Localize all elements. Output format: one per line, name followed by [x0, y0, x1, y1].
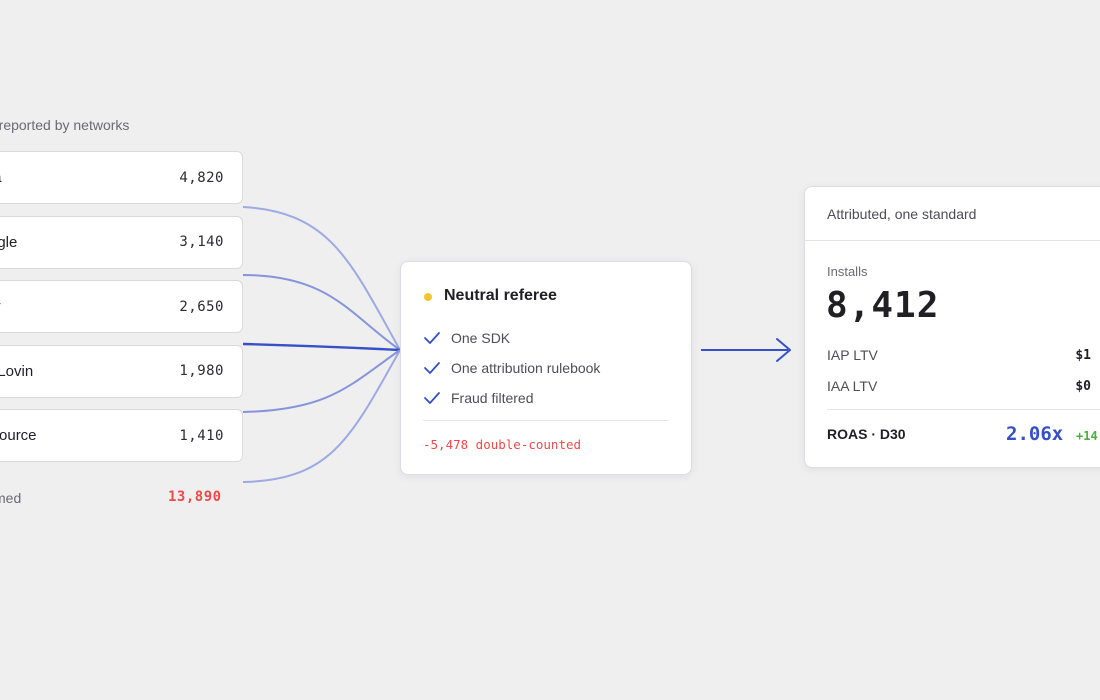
double-counted-note: -5,478 double-counted	[423, 437, 582, 452]
network-value: 4,820	[179, 169, 224, 186]
neutral-referee-card: Neutral referee One SDK One attribution …	[400, 261, 692, 475]
connector-line-4	[242, 349, 401, 413]
check-item: One attribution rulebook	[423, 353, 600, 383]
attributed-result-card: Attributed, one standard Installs 8,412 …	[804, 186, 1100, 468]
referee-title: Neutral referee	[444, 287, 557, 304]
connector-line-3	[242, 342, 401, 352]
networks-section-label: -reported by networks	[0, 117, 130, 133]
network-value: 1,410	[179, 427, 224, 444]
network-name: oLovin	[0, 362, 34, 380]
check-item-label: Fraud filtered	[451, 390, 534, 406]
network-name: Source	[0, 427, 37, 444]
status-dot-icon	[424, 293, 432, 301]
connector-line-5	[242, 349, 401, 483]
flow-arrow	[701, 338, 791, 362]
iaa-ltv-row: IAA LTV $0	[827, 378, 1091, 394]
referee-divider	[423, 420, 669, 421]
referee-check-list: One SDK One attribution rulebook Fraud f…	[423, 323, 600, 413]
connector-line-1	[242, 206, 401, 351]
network-name: ty	[0, 298, 1, 315]
claimed-total-value: 13,890	[168, 489, 222, 505]
roas-label: ROAS · D30	[827, 426, 906, 442]
check-item: One SDK	[423, 323, 600, 353]
network-name: ta	[0, 169, 2, 186]
network-card: oLovin 1,980	[0, 344, 243, 398]
result-header: Attributed, one standard	[805, 187, 1100, 241]
check-item-label: One SDK	[451, 330, 511, 346]
connector-line-2	[242, 274, 401, 351]
claimed-total-label: med	[0, 490, 22, 506]
network-card: ty 2,650	[0, 280, 243, 333]
iaa-ltv-label: IAA LTV	[827, 378, 878, 394]
checkmark-icon	[424, 332, 440, 344]
iap-ltv-row: IAP LTV $1	[827, 347, 1091, 363]
roas-value: 2.06x	[1006, 423, 1064, 445]
roas-delta: +14	[1076, 429, 1098, 443]
iap-ltv-value: $1	[1075, 347, 1091, 363]
checkmark-icon	[424, 392, 440, 404]
check-item-label: One attribution rulebook	[451, 360, 601, 376]
checkmark-icon	[424, 362, 440, 374]
network-list: ta 4,820 ogle 3,140 ty 2,650 oLovin 1,98…	[0, 151, 243, 474]
network-value: 2,650	[179, 298, 224, 315]
check-item: Fraud filtered	[423, 383, 600, 413]
network-card: Source 1,410	[0, 409, 243, 462]
iaa-ltv-value: $0	[1075, 378, 1091, 394]
iap-ltv-label: IAP LTV	[827, 347, 878, 363]
result-divider	[827, 409, 1100, 410]
installs-value: 8,412	[826, 285, 940, 326]
network-card: ta 4,820	[0, 151, 243, 204]
network-card: ogle 3,140	[0, 215, 243, 269]
network-name: ogle	[0, 233, 18, 251]
network-value: 3,140	[179, 234, 224, 250]
installs-label: Installs	[827, 264, 868, 279]
network-value: 1,980	[179, 363, 224, 379]
